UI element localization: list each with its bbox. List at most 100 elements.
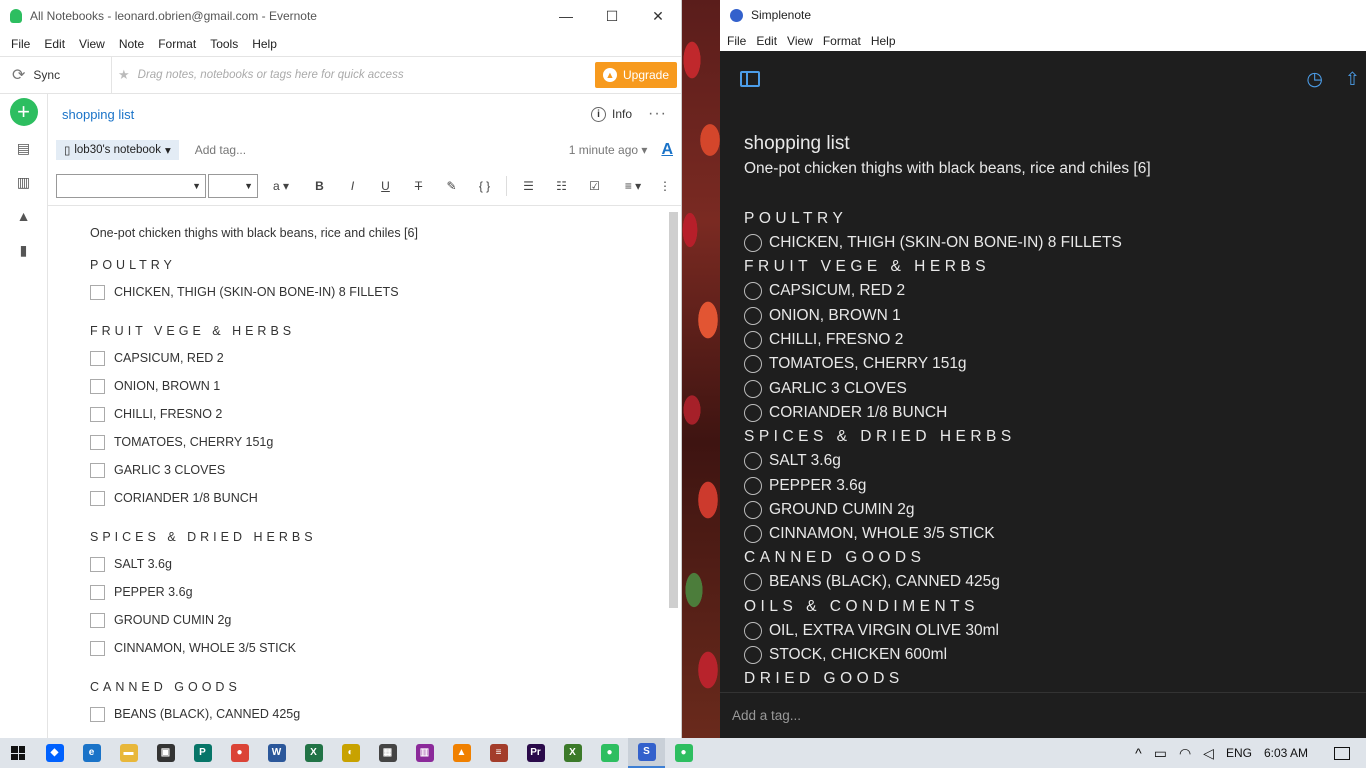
sn-tag-input[interactable]: Add a tag... — [720, 692, 1366, 738]
menu-note[interactable]: Note — [112, 37, 151, 51]
new-note-button[interactable]: + — [9, 98, 38, 126]
sn-menu-file[interactable]: File — [722, 34, 751, 48]
menu-help[interactable]: Help — [245, 37, 284, 51]
vlc-icon[interactable]: ▲ — [443, 738, 480, 768]
font-family-select[interactable]: ▼ — [56, 173, 206, 198]
simplenote-icon[interactable]: S — [628, 738, 665, 768]
menu-file[interactable]: File — [4, 37, 37, 51]
calculator-icon[interactable]: ▦ — [369, 738, 406, 768]
close-button[interactable]: ✕ — [635, 0, 681, 32]
add-tag-field[interactable]: Add tag... — [195, 143, 569, 157]
checkbox[interactable] — [90, 490, 105, 506]
winrar-icon[interactable]: ▥ — [406, 738, 443, 768]
checkbox[interactable] — [90, 706, 105, 722]
menu-format[interactable]: Format — [151, 37, 203, 51]
info-button[interactable]: i Info — [591, 106, 632, 122]
sn-menu-help[interactable]: Help — [866, 34, 901, 48]
bold-button[interactable]: B — [304, 174, 335, 198]
volume-icon[interactable]: ◁ — [1203, 745, 1214, 762]
chrome-icon[interactable]: ● — [221, 738, 258, 768]
checkbox-icon[interactable]: ☑ — [579, 174, 610, 198]
history-icon[interactable]: ◷ — [1306, 68, 1323, 91]
shortcut-bar[interactable]: ★ Drag notes, notebooks or tags here for… — [112, 67, 595, 83]
checkbox[interactable] — [90, 350, 105, 366]
font-settings-icon[interactable]: A — [661, 141, 673, 159]
sn-checkbox[interactable] — [744, 500, 762, 519]
more-format-icon[interactable]: ⋮ — [657, 174, 673, 198]
notebooks-icon[interactable]: ▥ — [16, 170, 32, 194]
checkbox[interactable] — [90, 640, 105, 656]
simplenote-titlebar[interactable]: Simplenote — [720, 0, 1366, 30]
simplenote-note-body[interactable]: shopping list One-pot chicken thighs wit… — [744, 130, 1356, 692]
checkbox[interactable] — [90, 612, 105, 628]
sn-checkbox[interactable] — [744, 234, 762, 253]
minimize-button[interactable]: — — [543, 0, 589, 32]
sn-checkbox[interactable] — [744, 331, 762, 350]
share-icon[interactable]: ⇧ — [1345, 69, 1360, 90]
note-title[interactable]: shopping list — [62, 107, 591, 122]
sn-checkbox[interactable] — [744, 403, 762, 422]
notifications-icon[interactable] — [1334, 746, 1350, 760]
checkbox[interactable] — [90, 556, 105, 572]
text-color-button[interactable]: a ▾ — [260, 174, 302, 198]
start-button[interactable] — [0, 738, 36, 768]
sn-checkbox[interactable] — [744, 282, 762, 301]
toggle-sidebar-icon[interactable] — [740, 71, 760, 87]
dropbox-icon[interactable]: ◆ — [36, 738, 73, 768]
menu-edit[interactable]: Edit — [37, 37, 72, 51]
underline-button[interactable]: U — [370, 174, 401, 198]
word-icon[interactable]: W — [258, 738, 295, 768]
evernote-2-icon[interactable]: ● — [665, 738, 702, 768]
sn-checkbox[interactable] — [744, 525, 762, 544]
wifi-icon[interactable]: ◠ — [1179, 745, 1191, 762]
more-options-icon[interactable]: ··· — [648, 105, 667, 123]
file-explorer-icon[interactable]: ▬ — [110, 738, 147, 768]
code-block-icon[interactable]: { } — [469, 174, 500, 198]
language-indicator[interactable]: ENG — [1226, 746, 1252, 760]
project-icon[interactable]: X — [554, 738, 591, 768]
books-icon[interactable]: ≡ — [480, 738, 517, 768]
maximize-button[interactable]: ☐ — [589, 0, 635, 32]
font-size-select[interactable]: ▼ — [208, 173, 258, 198]
lightroom-icon[interactable]: ◐ — [332, 738, 369, 768]
notes-icon[interactable]: ▤ — [16, 136, 32, 160]
updated-time[interactable]: 1 minute ago ▾ — [569, 143, 648, 157]
highlight-icon[interactable]: ✎ — [436, 174, 467, 198]
trash-icon[interactable]: ▮ — [16, 238, 32, 262]
notebook-selector[interactable]: ▯ lob30's notebook ▾ — [56, 140, 179, 160]
checkbox[interactable] — [90, 378, 105, 394]
sn-checkbox[interactable] — [744, 621, 762, 640]
checkbox[interactable] — [90, 584, 105, 600]
battery-icon[interactable]: ▭ — [1154, 745, 1167, 762]
scrollbar-thumb[interactable] — [669, 212, 678, 608]
menu-tools[interactable]: Tools — [203, 37, 245, 51]
sn-checkbox[interactable] — [744, 476, 762, 495]
sn-menu-edit[interactable]: Edit — [751, 34, 782, 48]
clock[interactable]: 6:03 AM — [1264, 746, 1308, 760]
edge-icon[interactable]: e — [73, 738, 110, 768]
premiere-icon[interactable]: Pr — [517, 738, 554, 768]
menu-view[interactable]: View — [72, 37, 112, 51]
sn-checkbox[interactable] — [744, 306, 762, 325]
sn-menu-format[interactable]: Format — [818, 34, 866, 48]
checkbox[interactable] — [90, 434, 105, 450]
evernote-icon[interactable]: ● — [591, 738, 628, 768]
excel-icon[interactable]: X — [295, 738, 332, 768]
sn-checkbox[interactable] — [744, 355, 762, 374]
chevron-up-icon[interactable]: ^ — [1135, 745, 1142, 761]
sync-button[interactable]: ⟳ Sync — [0, 57, 112, 93]
evernote-titlebar[interactable]: All Notebooks - leonard.obrien@gmail.com… — [0, 0, 681, 32]
store-icon[interactable]: ▣ — [147, 738, 184, 768]
sn-checkbox[interactable] — [744, 379, 762, 398]
sn-checkbox[interactable] — [744, 646, 762, 664]
note-body[interactable]: One-pot chicken thighs with black beans,… — [48, 208, 667, 738]
sn-menu-view[interactable]: View — [782, 34, 818, 48]
sn-checkbox[interactable] — [744, 452, 762, 471]
italic-button[interactable]: I — [337, 174, 368, 198]
bullet-list-icon[interactable]: ☰ — [513, 174, 544, 198]
checkbox[interactable] — [90, 462, 105, 478]
checkbox[interactable] — [90, 284, 105, 300]
work-chat-icon[interactable]: ▲ — [16, 204, 32, 228]
align-icon[interactable]: ≡ ▾ — [612, 174, 654, 198]
numbered-list-icon[interactable]: ☷ — [546, 174, 577, 198]
